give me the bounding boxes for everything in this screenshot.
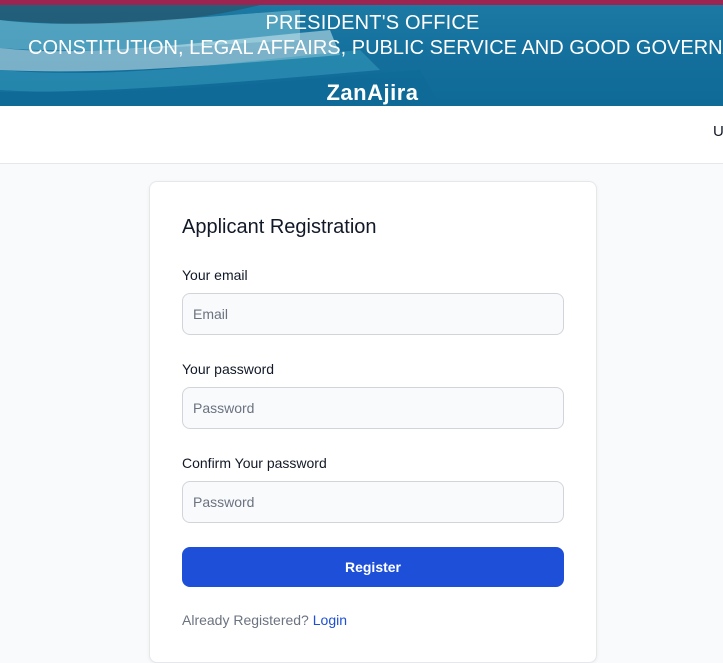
login-prompt: Already Registered? Login <box>182 612 347 628</box>
header-banner: PRESIDENT'S OFFICE CONSTITUTION, LEGAL A… <box>0 0 723 106</box>
email-label: Your email <box>182 267 248 283</box>
top-navbar: U <box>0 106 723 164</box>
password-field[interactable] <box>182 387 564 429</box>
banner-title-line2: CONSTITUTION, LEGAL AFFAIRS, PUBLIC SERV… <box>28 37 723 59</box>
password-label: Your password <box>182 361 275 377</box>
registration-card: Applicant Registration Your email Your p… <box>149 181 597 663</box>
register-button[interactable]: Register <box>182 547 564 587</box>
page-title: Applicant Registration <box>182 216 377 238</box>
already-registered-text: Already Registered? <box>182 612 309 628</box>
nav-link-partial[interactable]: U <box>713 123 723 140</box>
brand-name: ZanAjira <box>326 80 419 105</box>
email-field[interactable] <box>182 293 564 335</box>
login-link[interactable]: Login <box>313 612 347 628</box>
confirm-password-label: Confirm Your password <box>182 455 327 471</box>
banner-title-line1: PRESIDENT'S OFFICE <box>265 12 480 34</box>
confirm-password-field[interactable] <box>182 481 564 523</box>
